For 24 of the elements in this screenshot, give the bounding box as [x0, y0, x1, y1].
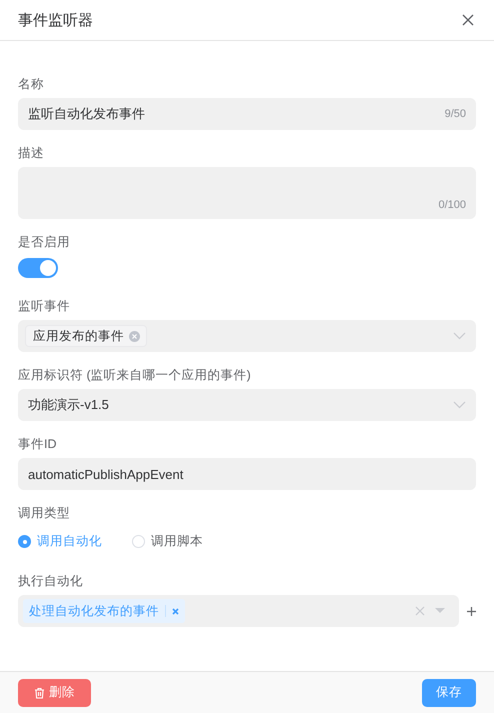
add-icon[interactable]: [467, 606, 476, 616]
chevron-down-icon: [453, 401, 466, 409]
field-label: 是否启用: [18, 234, 70, 251]
field-label: 执行自动化: [18, 573, 83, 590]
field-label: 描述: [18, 145, 44, 162]
toggle-switch[interactable]: [18, 258, 58, 278]
field-label: 应用标识符 (监听来自哪一个应用的事件): [18, 367, 251, 384]
chevron-down-icon: [453, 332, 466, 340]
field-label: 名称: [18, 76, 44, 93]
field-label: 监听事件: [18, 298, 70, 315]
select-field[interactable]: 功能演示-v1.5: [18, 389, 476, 421]
remove-icon[interactable]: [129, 330, 140, 342]
field-label: 调用类型: [18, 505, 70, 522]
field-label: 事件ID: [18, 436, 56, 453]
dialog-title: 事件监听器: [18, 10, 93, 30]
caret-down-icon[interactable]: [435, 608, 445, 614]
close-icon[interactable]: [462, 14, 474, 26]
select-field[interactable]: 应用发布的事件: [18, 320, 476, 352]
trash-icon: [34, 686, 45, 698]
remove-icon[interactable]: [172, 608, 179, 614]
input-field[interactable]: 监听自动化发布事件 9/50: [18, 98, 476, 130]
radio-option[interactable]: 调用脚本: [132, 533, 203, 550]
input-field[interactable]: automaticPublishAppEvent: [18, 458, 476, 490]
clear-icon[interactable]: [415, 606, 425, 616]
